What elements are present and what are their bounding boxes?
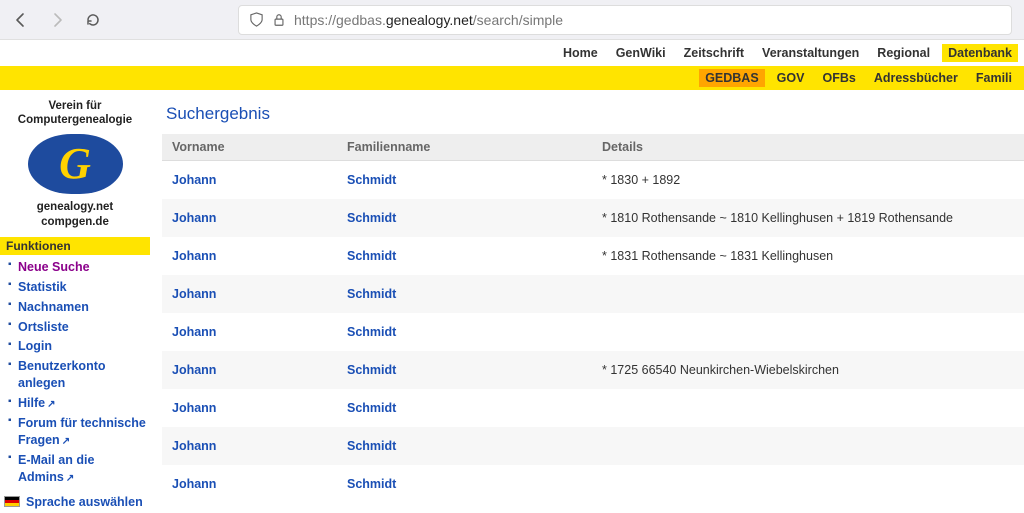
- funktionen-list: Neue Suche Statistik Nachnamen Ortsliste…: [0, 255, 150, 491]
- details-cell: * 1831 Rothensande ~ 1831 Kellinghusen: [592, 237, 1024, 275]
- details-cell: [592, 275, 1024, 313]
- sidebar-link[interactable]: Statistik: [18, 280, 67, 294]
- vorname-link[interactable]: Johann: [172, 173, 216, 187]
- familienname-link[interactable]: Schmidt: [347, 211, 396, 225]
- reload-button[interactable]: [84, 11, 102, 29]
- flag-icon: [4, 496, 20, 507]
- nav-zeitschrift[interactable]: Zeitschrift: [678, 44, 750, 62]
- vorname-link[interactable]: Johann: [172, 401, 216, 415]
- familienname-link[interactable]: Schmidt: [347, 249, 396, 263]
- vorname-link[interactable]: Johann: [172, 439, 216, 453]
- details-cell: [592, 465, 1024, 503]
- nav-veranstaltungen[interactable]: Veranstaltungen: [756, 44, 865, 62]
- familienname-link[interactable]: Schmidt: [347, 401, 396, 415]
- url-post: /search/simple: [473, 12, 563, 28]
- familienname-link[interactable]: Schmidt: [347, 439, 396, 453]
- details-cell: [592, 389, 1024, 427]
- language-selector[interactable]: Sprache auswählen: [0, 491, 150, 513]
- sidebar-item-login[interactable]: Login: [8, 337, 150, 357]
- logo-title-line2: Computergenealogie: [6, 114, 144, 128]
- sidebar-item-forum[interactable]: Forum für technische Fragen: [8, 413, 150, 450]
- language-link[interactable]: Sprache auswählen: [26, 495, 143, 509]
- nav-genwiki[interactable]: GenWiki: [610, 44, 672, 62]
- sidebar: Verein für Computergenealogie G genealog…: [0, 90, 150, 513]
- logo-image[interactable]: G: [28, 134, 123, 194]
- vorname-link[interactable]: Johann: [172, 211, 216, 225]
- topnav-primary: Home GenWiki Zeitschrift Veranstaltungen…: [0, 40, 1024, 66]
- logo-sub-line1: genealogy.net: [6, 200, 144, 215]
- details-cell: [592, 313, 1024, 351]
- url-domain: genealogy.net: [386, 12, 473, 28]
- vorname-link[interactable]: Johann: [172, 249, 216, 263]
- familienname-link[interactable]: Schmidt: [347, 363, 396, 377]
- vorname-link[interactable]: Johann: [172, 325, 216, 339]
- sidebar-link[interactable]: Forum für technische Fragen: [18, 416, 146, 447]
- table-row: Johann Schmidt * 1725 66540 Neunkirchen-Wi…: [162, 351, 1024, 389]
- content-wrap: Verein für Computergenealogie G genealog…: [0, 90, 1024, 513]
- logo-sub-line2: compgen.de: [6, 215, 144, 230]
- page-title: Suchergebnis: [166, 104, 1024, 124]
- subnav-gedbas[interactable]: GEDBAS: [699, 69, 764, 87]
- back-button[interactable]: [12, 11, 30, 29]
- table-row: Johann Schmidt: [162, 427, 1024, 465]
- details-cell: * 1725 66540 Neunkirchen-Wiebelskirchen: [592, 351, 1024, 389]
- nav-home[interactable]: Home: [557, 44, 604, 62]
- familienname-link[interactable]: Schmidt: [347, 477, 396, 491]
- sidebar-link[interactable]: E-Mail an die Admins: [18, 453, 94, 484]
- browser-toolbar: https://gedbas.genealogy.net/search/simp…: [0, 0, 1024, 40]
- familienname-link[interactable]: Schmidt: [347, 325, 396, 339]
- table-row: Johann Schmidt * 1810 Rothensande ~ 1810 K…: [162, 199, 1024, 237]
- sidebar-link[interactable]: Nachnamen: [18, 300, 89, 314]
- subnav-gov[interactable]: GOV: [771, 69, 811, 87]
- details-cell: * 1830 + 1892: [592, 161, 1024, 200]
- details-cell: [592, 427, 1024, 465]
- table-row: Johann Schmidt: [162, 389, 1024, 427]
- url-pre: https://gedbas.: [294, 12, 386, 28]
- subnav-familien[interactable]: Famili: [970, 69, 1018, 87]
- vorname-link[interactable]: Johann: [172, 477, 216, 491]
- table-row: Johann Schmidt * 1831 Rothensande ~ 1831 K…: [162, 237, 1024, 275]
- table-header-row: Vorname Familienname Details: [162, 134, 1024, 161]
- sidebar-item-nachnamen[interactable]: Nachnamen: [8, 297, 150, 317]
- subnav-adressbuecher[interactable]: Adressbücher: [868, 69, 964, 87]
- vorname-link[interactable]: Johann: [172, 287, 216, 301]
- topnav-secondary: GEDBAS GOV OFBs Adressbücher Famili: [0, 66, 1024, 90]
- nav-datenbank[interactable]: Datenbank: [942, 44, 1018, 62]
- table-row: Johann Schmidt: [162, 465, 1024, 503]
- lock-icon: [272, 13, 286, 27]
- familienname-link[interactable]: Schmidt: [347, 173, 396, 187]
- col-vorname: Vorname: [162, 134, 337, 161]
- sidebar-link[interactable]: Benutzerkonto anlegen: [18, 359, 106, 390]
- table-row: Johann Schmidt: [162, 275, 1024, 313]
- url-text: https://gedbas.genealogy.net/search/simp…: [294, 12, 563, 28]
- familienname-link[interactable]: Schmidt: [347, 287, 396, 301]
- sidebar-link[interactable]: Neue Suche: [18, 260, 90, 274]
- col-familienname: Familienname: [337, 134, 592, 161]
- sidebar-item-email-admins[interactable]: E-Mail an die Admins: [8, 450, 150, 487]
- vorname-link[interactable]: Johann: [172, 363, 216, 377]
- sidebar-item-benutzerkonto[interactable]: Benutzerkonto anlegen: [8, 357, 150, 394]
- table-row: Johann Schmidt: [162, 313, 1024, 351]
- table-row: Johann Schmidt * 1830 + 1892: [162, 161, 1024, 200]
- nav-regional[interactable]: Regional: [871, 44, 936, 62]
- subnav-ofbs[interactable]: OFBs: [816, 69, 861, 87]
- shield-icon: [249, 12, 264, 27]
- results-table: Vorname Familienname Details Johann Schmi…: [162, 134, 1024, 503]
- sidebar-link[interactable]: Hilfe: [18, 396, 55, 410]
- main-content: Suchergebnis Vorname Familienname Detail…: [150, 90, 1024, 513]
- sidebar-item-neue-suche[interactable]: Neue Suche: [8, 257, 150, 277]
- col-details: Details: [592, 134, 1024, 161]
- details-cell: * 1810 Rothensande ~ 1810 Kellinghusen +…: [592, 199, 1024, 237]
- sidebar-link[interactable]: Ortsliste: [18, 320, 69, 334]
- sidebar-item-statistik[interactable]: Statistik: [8, 277, 150, 297]
- sidebar-item-hilfe[interactable]: Hilfe: [8, 394, 150, 414]
- sidebar-link[interactable]: Login: [18, 339, 52, 353]
- logo-box: Verein für Computergenealogie G genealog…: [0, 100, 150, 237]
- nav-buttons: [12, 11, 102, 29]
- logo-title-line1: Verein für: [6, 100, 144, 114]
- url-bar[interactable]: https://gedbas.genealogy.net/search/simp…: [238, 5, 1012, 35]
- sidebar-item-ortsliste[interactable]: Ortsliste: [8, 317, 150, 337]
- forward-button[interactable]: [48, 11, 66, 29]
- funktionen-heading: Funktionen: [0, 237, 150, 255]
